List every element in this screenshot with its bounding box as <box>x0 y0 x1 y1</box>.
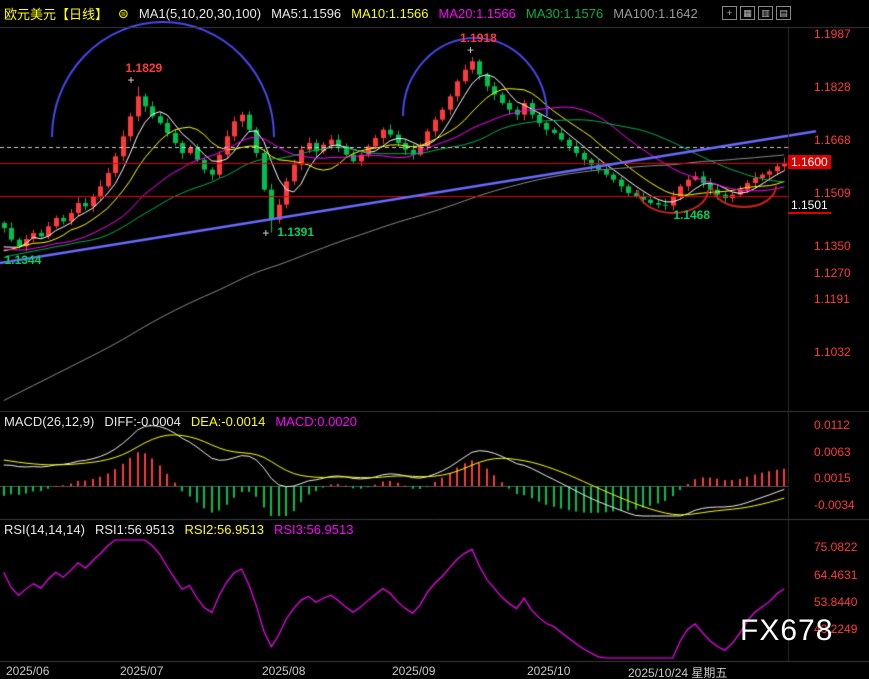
ma-group-label: MA1(5,10,20,30,100) <box>139 6 261 21</box>
macd-axis-label: -0.0034 <box>814 498 855 512</box>
price-level-label-1160[interactable]: 1.1600 <box>788 155 831 169</box>
price-annotation: 1.1468 <box>673 208 710 222</box>
date-axis-label: 2025/07 <box>120 664 163 678</box>
symbol-period-title: 欧元美元【日线】 <box>4 4 108 23</box>
rsi-axis-label: 64.4631 <box>814 568 857 582</box>
chart-canvas[interactable] <box>0 0 869 679</box>
cycle-selector-icon[interactable]: ⊜ <box>118 6 129 22</box>
annotation-cross-marker: + <box>128 73 135 87</box>
macd-params-label: MACD(26,12,9) <box>4 414 94 429</box>
macd-diff-value: DIFF:-0.0004 <box>104 414 181 429</box>
macd-dea-value: DEA:-0.0014 <box>191 414 265 429</box>
price-level-label-11501[interactable]: 1.1501 <box>788 198 831 214</box>
date-axis-label: 2025/06 <box>6 664 49 678</box>
price-annotation: 1.1344 <box>5 253 42 267</box>
price-annotation: 1.1918 <box>460 31 497 45</box>
rsi2-value: RSI2:56.9513 <box>184 522 264 537</box>
macd-hist-value: MACD:0.0020 <box>275 414 357 429</box>
rsi1-value: RSI1:56.9513 <box>95 522 175 537</box>
price-axis-label: 1.1350 <box>814 239 851 253</box>
add-panel-icon[interactable]: + <box>722 6 737 20</box>
split-rows-icon[interactable]: ▤ <box>776 6 791 20</box>
annotation-cross-marker: + <box>262 226 269 240</box>
split-columns-icon[interactable]: ▥ <box>758 6 773 20</box>
price-axis-label: 1.1668 <box>814 133 851 147</box>
rsi3-value: RSI3:56.9513 <box>274 522 354 537</box>
ma10-value: MA10:1.1566 <box>351 6 428 21</box>
price-axis-label: 1.1032 <box>814 345 851 359</box>
price-axis-label: 1.1270 <box>814 266 851 280</box>
chart-app: 欧元美元【日线】 ⊜ MA1(5,10,20,30,100) MA5:1.159… <box>0 0 869 679</box>
date-axis-label: 2025/09 <box>392 664 435 678</box>
date-axis-label: 2025/10 <box>527 664 570 678</box>
ma100-value: MA100:1.1642 <box>613 6 698 21</box>
ma20-value: MA20:1.1566 <box>439 6 516 21</box>
grid-layout-icon[interactable]: ▦ <box>740 6 755 20</box>
macd-header: MACD(26,12,9) DIFF:-0.0004 DEA:-0.0014 M… <box>4 414 357 429</box>
ma30-value: MA30:1.1576 <box>526 6 603 21</box>
annotation-cross-marker: + <box>467 43 474 57</box>
price-axis-label: 1.1191 <box>814 292 850 306</box>
price-axis-label: 1.1828 <box>814 80 851 94</box>
rsi-axis-label: 75.0822 <box>814 540 857 554</box>
fx678-watermark: FX678 <box>740 614 833 648</box>
macd-axis-label: 0.0015 <box>814 471 851 485</box>
date-axis-label: 2025/10/24 星期五 <box>628 664 727 679</box>
ma5-value: MA5:1.1596 <box>271 6 341 21</box>
rsi-axis-label: 53.8440 <box>814 595 857 609</box>
macd-axis-label: 0.0063 <box>814 445 851 459</box>
price-axis-label: 1.1987 <box>814 27 851 41</box>
macd-axis-label: 0.0112 <box>814 418 850 432</box>
window-controls: +▦▥▤ <box>722 6 791 20</box>
rsi-header: RSI(14,14,14) RSI1:56.9513 RSI2:56.9513 … <box>4 522 353 537</box>
rsi-params-label: RSI(14,14,14) <box>4 522 85 537</box>
price-annotation: 1.1391 <box>277 225 314 239</box>
date-axis-label: 2025/08 <box>262 664 305 678</box>
